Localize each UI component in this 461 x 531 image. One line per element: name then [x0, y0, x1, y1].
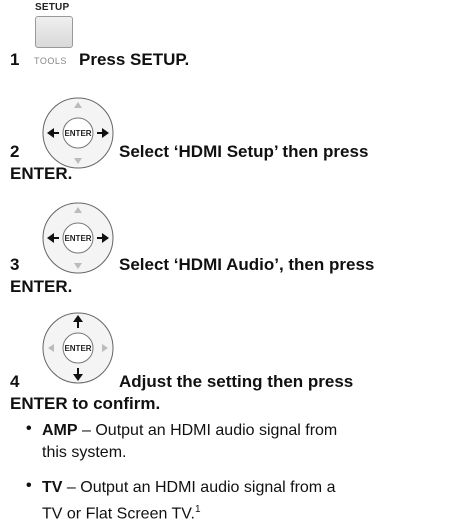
svg-text:ENTER: ENTER — [64, 344, 91, 353]
step-1-text: Press SETUP. — [79, 50, 190, 69]
step-2-text: Select ‘HDMI Setup’ then press — [119, 142, 369, 161]
step-4-number: 4 — [10, 372, 20, 391]
setup-button-icon — [35, 16, 73, 48]
option-amp-desc-cont: this system. — [42, 444, 127, 461]
option-tv-term: TV — [42, 479, 63, 496]
svg-text:ENTER: ENTER — [64, 234, 91, 243]
bullet-icon: • — [26, 420, 32, 437]
option-amp-desc: – Output an HDMI audio signal from — [77, 422, 338, 439]
tools-key-label: TOOLS — [34, 56, 67, 66]
option-tv-desc: – Output an HDMI audio signal from a — [62, 479, 336, 496]
setup-key-label: SETUP — [35, 2, 70, 13]
option-tv: TV – Output an HDMI audio signal from a — [42, 477, 335, 499]
bullet-icon: • — [26, 477, 32, 494]
step-3-number: 3 — [10, 255, 20, 274]
footnote-marker[interactable]: 1 — [195, 504, 201, 515]
svg-text:ENTER: ENTER — [64, 129, 91, 138]
option-tv-desc-cont: TV or Flat Screen TV.1 — [42, 499, 201, 525]
directional-pad-up-down-icon: ENTER — [42, 312, 114, 384]
step-3-text: Select ‘HDMI Audio’, then press — [119, 255, 375, 274]
step-3-text-cont: ENTER. — [10, 277, 73, 296]
step-4-text-cont: ENTER to confirm. — [10, 394, 161, 413]
step-1-number: 1 — [10, 50, 20, 69]
directional-pad-left-right-icon: ENTER — [42, 202, 114, 274]
directional-pad-left-right-icon: ENTER — [42, 97, 114, 169]
step-2-text-cont: ENTER. — [10, 164, 73, 183]
option-amp: AMP – Output an HDMI audio signal from — [42, 420, 337, 442]
step-4-text: Adjust the setting then press — [119, 372, 354, 391]
option-tv-desc-text: TV or Flat Screen TV. — [42, 505, 195, 523]
step-2-number: 2 — [10, 142, 20, 161]
option-amp-term: AMP — [42, 422, 78, 439]
